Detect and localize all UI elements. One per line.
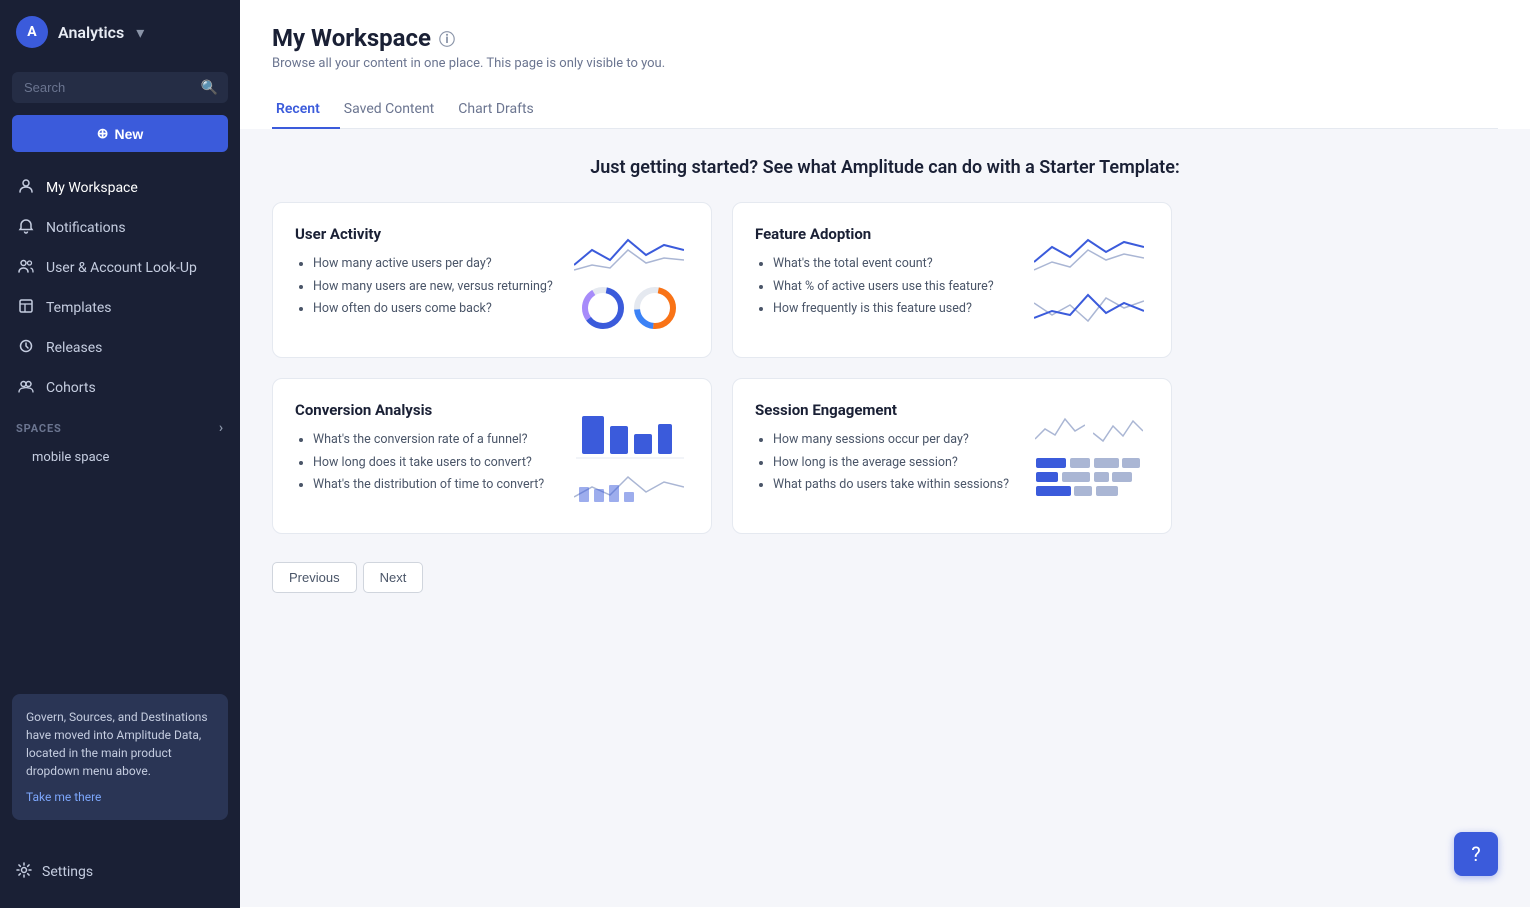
list-item: What's the total event count? [773, 255, 1017, 273]
tab-recent[interactable]: Recent [272, 91, 340, 129]
settings-label: Settings [42, 864, 93, 880]
templates-icon [16, 298, 36, 318]
list-item: What's the conversion rate of a funnel? [313, 431, 557, 449]
help-button[interactable]: ? [1454, 832, 1498, 876]
new-button-icon: ⊕ [97, 125, 109, 142]
tab-chart-drafts[interactable]: Chart Drafts [454, 91, 554, 129]
nav-list: My Workspace Notifications User & Accoun… [0, 168, 240, 408]
template-card-session-engagement[interactable]: Session Engagement How many sessions occ… [732, 378, 1172, 534]
list-item: How long is the average session? [773, 454, 1017, 472]
next-button[interactable]: Next [363, 562, 424, 593]
search-container: 🔍 [12, 72, 228, 103]
pagination: Previous Next [272, 562, 1498, 593]
releases-icon [16, 338, 36, 358]
template-grid: User Activity How many active users per … [272, 202, 1172, 534]
sidebar-item-label: User & Account Look-Up [46, 260, 197, 276]
list-item: How many active users per day? [313, 255, 557, 273]
sidebar-item-label: Cohorts [46, 380, 96, 396]
cohorts-icon [16, 378, 36, 398]
sidebar-item-cohorts[interactable]: Cohorts [0, 368, 240, 408]
previous-button[interactable]: Previous [272, 562, 357, 593]
info-icon[interactable]: ⓘ [439, 26, 455, 50]
template-card-user-activity[interactable]: User Activity How many active users per … [272, 202, 712, 358]
app-header[interactable]: A Analytics ▾ [0, 0, 240, 64]
app-chevron-icon: ▾ [136, 23, 144, 42]
spaces-label: SPACES [16, 422, 62, 435]
sidebar-item-notifications[interactable]: Notifications [0, 208, 240, 248]
sidebar-item-label: My Workspace [46, 180, 138, 196]
template-card-conversion-analysis[interactable]: Conversion Analysis What's the conversio… [272, 378, 712, 534]
list-item: How frequently is this feature used? [773, 300, 1017, 318]
sidebar-item-settings[interactable]: Settings [16, 852, 224, 892]
notification-text: Govern, Sources, and Destinations have m… [26, 710, 208, 778]
list-item: How many sessions occur per day? [773, 431, 1017, 449]
app-name: Analytics [58, 23, 124, 42]
template-visual-user-activity [569, 225, 689, 335]
starter-heading: Just getting started? See what Amplitude… [272, 157, 1498, 178]
notifications-icon [16, 218, 36, 238]
template-card-feature-adoption[interactable]: Feature Adoption What's the total event … [732, 202, 1172, 358]
page-subtitle: Browse all your content in one place. Th… [272, 56, 1498, 71]
template-bullets: How many active users per day? How many … [295, 255, 557, 318]
sidebar-item-my-workspace[interactable]: My Workspace [0, 168, 240, 208]
template-visual-conversion-analysis [569, 401, 689, 511]
template-bullets: What's the total event count? What % of … [755, 255, 1017, 318]
search-input[interactable] [12, 72, 228, 103]
sidebar-item-label: Releases [46, 340, 102, 356]
spaces-header: SPACES › [0, 408, 240, 442]
template-bullets: How many sessions occur per day? How lon… [755, 431, 1017, 494]
sidebar: A Analytics ▾ 🔍 ⊕ New My Workspace Notif… [0, 0, 240, 908]
template-visual-feature-adoption [1029, 225, 1149, 335]
list-item: How long does it take users to convert? [313, 454, 557, 472]
list-item: What paths do users take within sessions… [773, 476, 1017, 494]
content-area: Just getting started? See what Amplitude… [240, 129, 1530, 907]
list-item: How many users are new, versus returning… [313, 278, 557, 296]
list-item: What's the distribution of time to conve… [313, 476, 557, 494]
help-icon: ? [1471, 842, 1480, 866]
space-item-label: mobile space [32, 450, 109, 465]
app-logo: A [16, 16, 48, 48]
sidebar-item-user-account[interactable]: User & Account Look-Up [0, 248, 240, 288]
sidebar-item-templates[interactable]: Templates [0, 288, 240, 328]
settings-icon [16, 862, 32, 882]
sidebar-item-label: Notifications [46, 220, 126, 236]
search-icon: 🔍 [201, 80, 218, 96]
user-account-icon [16, 258, 36, 278]
settings-nav: Settings [0, 836, 240, 908]
template-title: Feature Adoption [755, 225, 1017, 243]
template-title: Session Engagement [755, 401, 1017, 419]
new-button-label: New [114, 126, 143, 142]
my-workspace-icon [16, 178, 36, 198]
main-header: My Workspace ⓘ Browse all your content i… [240, 0, 1530, 129]
tabs: Recent Saved Content Chart Drafts [272, 91, 1498, 129]
notification-banner: Govern, Sources, and Destinations have m… [12, 694, 228, 820]
template-title: Conversion Analysis [295, 401, 557, 419]
template-title: User Activity [295, 225, 557, 243]
main-content: My Workspace ⓘ Browse all your content i… [240, 0, 1530, 908]
sidebar-item-mobile-space[interactable]: mobile space [0, 442, 240, 473]
template-visual-session-engagement [1029, 401, 1149, 511]
sidebar-item-label: Templates [46, 300, 112, 316]
page-title: My Workspace ⓘ [272, 24, 1498, 52]
spaces-chevron-icon[interactable]: › [219, 420, 224, 436]
new-button[interactable]: ⊕ New [12, 115, 228, 152]
notification-link[interactable]: Take me there [26, 788, 214, 806]
list-item: What % of active users use this feature? [773, 278, 1017, 296]
template-bullets: What's the conversion rate of a funnel? … [295, 431, 557, 494]
list-item: How often do users come back? [313, 300, 557, 318]
sidebar-item-releases[interactable]: Releases [0, 328, 240, 368]
tab-saved-content[interactable]: Saved Content [340, 91, 454, 129]
page-title-text: My Workspace [272, 24, 431, 52]
